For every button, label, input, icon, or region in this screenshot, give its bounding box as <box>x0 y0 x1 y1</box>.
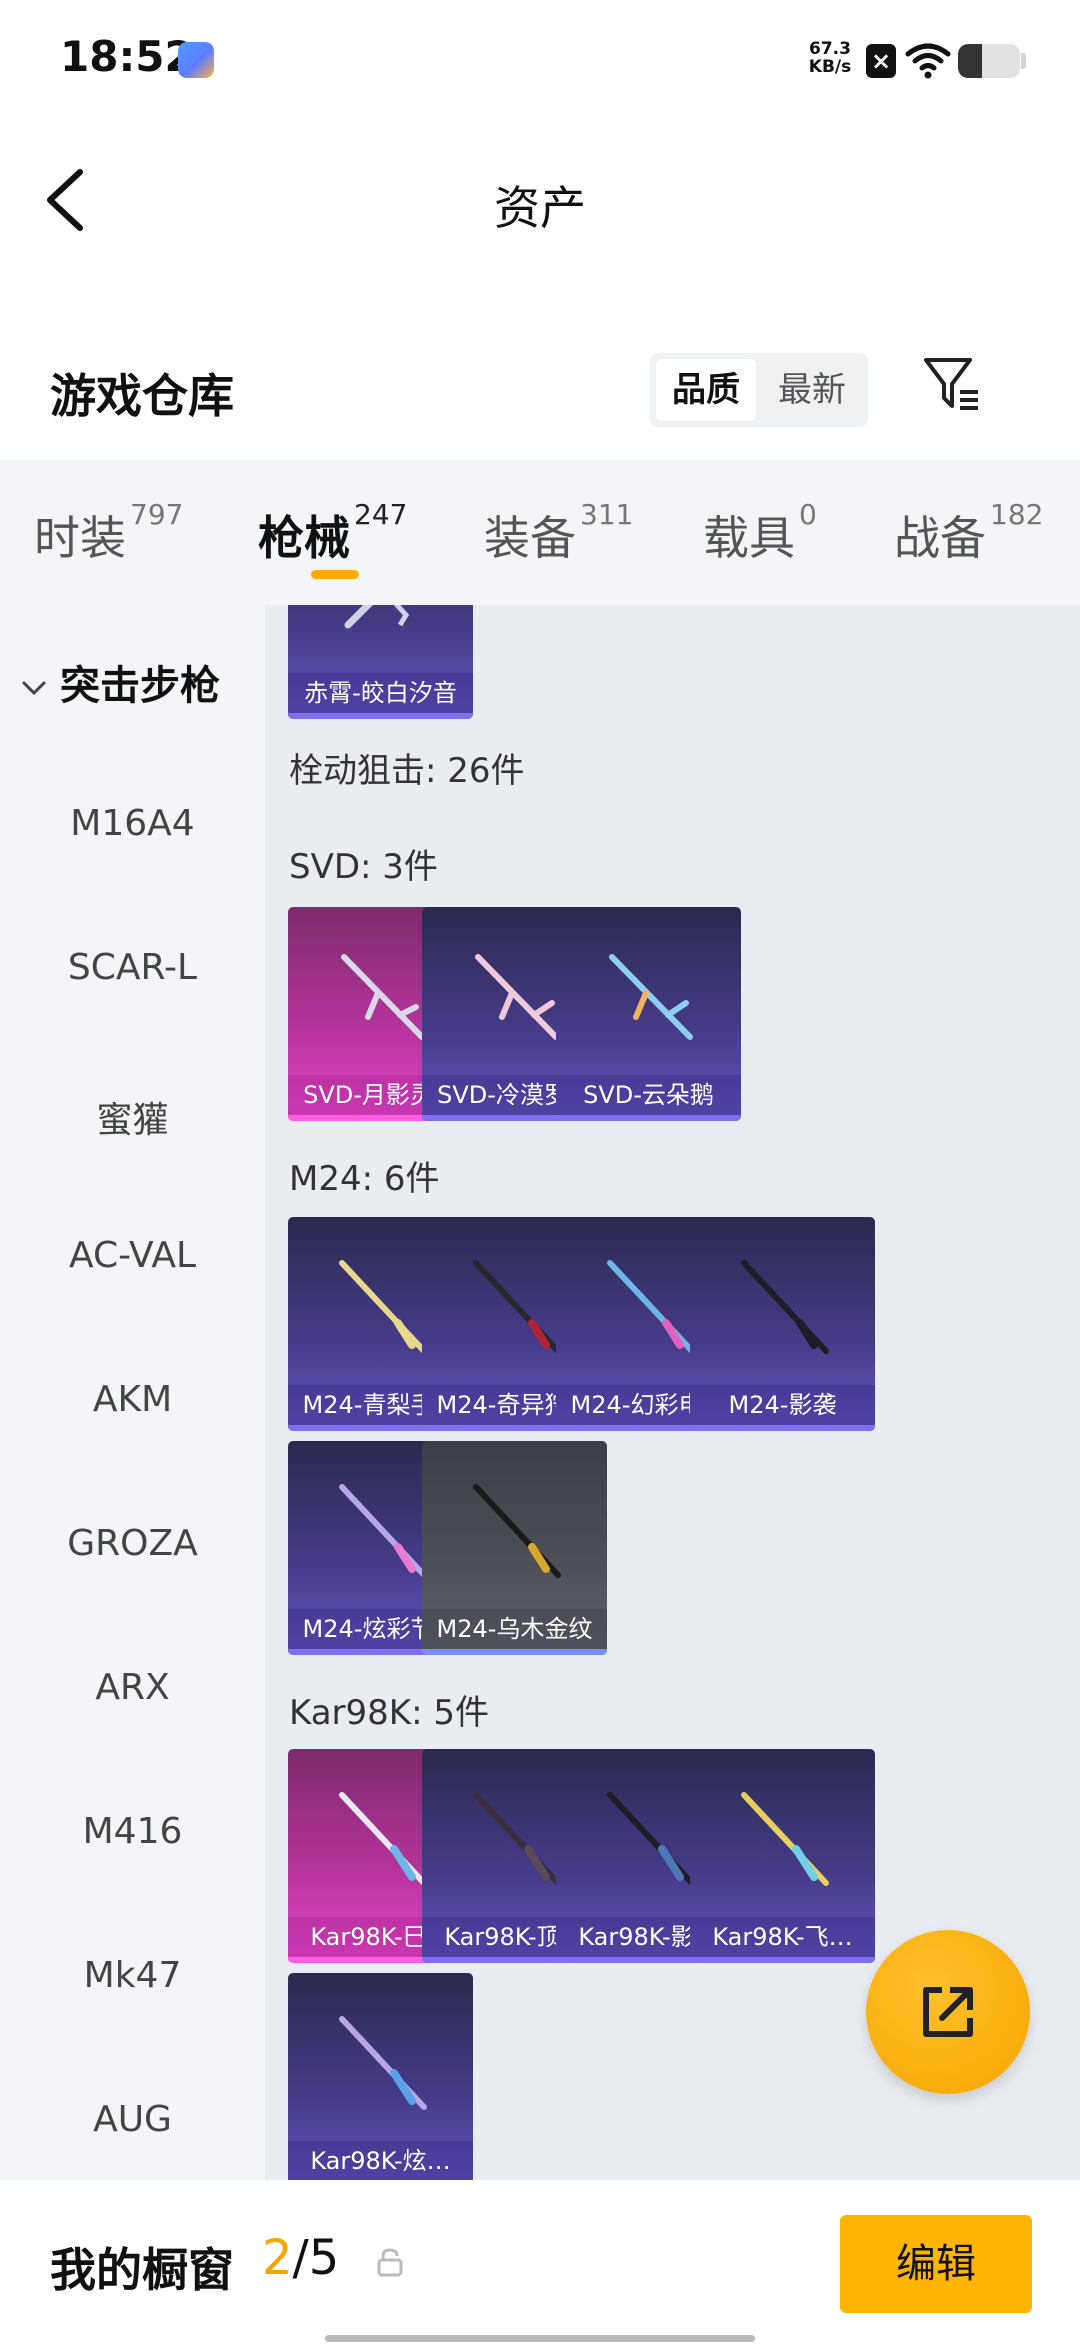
tab-count: 311 <box>580 498 634 531</box>
group-heading-kar98k: Kar98K: 5件 <box>289 1693 489 1733</box>
sidebar-item-akm[interactable]: AKM <box>0 1379 265 1420</box>
weapon-card[interactable]: Kar98K-炫… <box>288 1973 473 2180</box>
app-header: 资产 <box>0 120 1080 280</box>
weapon-card-label: Kar98K-炫… <box>288 2141 473 2180</box>
category-tabs: 时装 797 枪械 247 装备 311 载具 0 战备 182 <box>0 460 1080 605</box>
sidebar-group-assault-rifles[interactable]: 突击步枪 <box>20 653 220 711</box>
page-title: 资产 <box>494 181 586 235</box>
sidebar-item-aug[interactable]: AUG <box>0 2099 265 2140</box>
group-heading-svd: SVD: 3件 <box>289 847 438 887</box>
filter-icon[interactable] <box>920 352 984 416</box>
tab-label: 时装 <box>34 511 126 565</box>
sidebar-item-m16a4[interactable]: M16A4 <box>0 803 265 844</box>
lock-icon <box>377 2248 403 2277</box>
tab-count: 247 <box>354 498 408 531</box>
weapon-skin-image <box>609 954 693 1040</box>
weapon-card-label: 赤霄-皎白汐音 <box>288 673 473 713</box>
weapon-card[interactable]: M24-乌木金纹 <box>422 1441 607 1655</box>
showcase-total: /5 <box>292 2230 340 2286</box>
weapon-card-label: SVD-云朵鹅 <box>556 1075 741 1115</box>
tab-count: 0 <box>799 498 817 531</box>
group-heading-m24: M24: 6件 <box>289 1159 440 1199</box>
network-speed: 67.3 KB/s <box>800 40 860 76</box>
edit-button[interactable]: 编辑 <box>840 2215 1032 2313</box>
sidebar-item-scar-l[interactable]: SCAR-L <box>0 947 265 988</box>
weapon-skin-image <box>741 1260 829 1354</box>
sidebar-item-mk47[interactable]: Mk47 <box>0 1955 265 1996</box>
weapon-type-sidebar: 突击步枪 M16A4 SCAR-L 蜜獾 AC-VAL AKM GROZA AR… <box>0 605 265 2180</box>
showcase-current: 2 <box>262 2230 293 2286</box>
rarity-bar <box>422 1649 607 1655</box>
sort-option-quality[interactable]: 品质 <box>656 359 756 421</box>
weapon-skin-image <box>473 1484 561 1578</box>
rarity-bar <box>690 1425 875 1431</box>
showcase-title: 我的橱窗 <box>50 2243 234 2297</box>
rarity-bar <box>690 1957 875 1963</box>
weapon-card[interactable]: 赤霄-皎白汐音 <box>288 605 473 719</box>
sort-option-latest[interactable]: 最新 <box>762 359 862 421</box>
rarity-bar <box>288 713 473 719</box>
tab-fashion[interactable]: 时装 797 <box>34 498 183 568</box>
tab-vehicles[interactable]: 载具 0 <box>703 498 817 568</box>
category-heading: 栓动狙击: 26件 <box>289 751 525 791</box>
tab-label: 载具 <box>703 511 795 565</box>
showcase-bar: 我的橱窗 2/5 编辑 <box>0 2180 1080 2344</box>
warehouse-title: 游戏仓库 <box>50 369 234 423</box>
active-tab-indicator <box>311 570 359 579</box>
sidebar-item-groza[interactable]: GROZA <box>0 1523 265 1564</box>
tab-label: 枪械 <box>258 511 350 565</box>
sidebar-item-honey-badger[interactable]: 蜜獾 <box>0 1091 265 1143</box>
weapon-card[interactable]: SVD-云朵鹅 <box>556 907 741 1121</box>
share-external-icon <box>923 1987 973 2037</box>
network-speed-unit: KB/s <box>808 57 852 77</box>
battery-icon <box>958 44 1020 78</box>
tab-count: 182 <box>990 498 1044 531</box>
home-indicator <box>325 2335 755 2342</box>
chevron-down-icon <box>22 681 46 696</box>
weapon-card-label: M24-乌木金纹 <box>422 1609 607 1649</box>
weapon-skin-image <box>741 1792 829 1886</box>
sidebar-item-ac-val[interactable]: AC-VAL <box>0 1235 265 1276</box>
network-speed-value: 67.3 <box>809 39 851 59</box>
weapon-card[interactable]: M24-影袭 <box>690 1217 875 1431</box>
tab-equipment[interactable]: 装备 311 <box>484 498 633 568</box>
sort-segmented-control: 品质 最新 <box>650 353 868 427</box>
tab-label: 装备 <box>484 511 576 565</box>
weapon-card-label: Kar98K-飞… <box>690 1917 875 1957</box>
warehouse-header: 游戏仓库 品质 最新 <box>0 330 1080 460</box>
tab-count: 797 <box>130 498 184 531</box>
battery-tip <box>1021 53 1026 69</box>
weapon-skin-image <box>339 2016 427 2110</box>
app-notification-icon <box>178 42 214 78</box>
tab-weapons[interactable]: 枪械 247 <box>258 498 407 568</box>
showcase-count: 2/5 <box>262 2230 339 2286</box>
rarity-bar <box>556 1115 741 1121</box>
sidebar-group-label: 突击步枪 <box>60 663 220 709</box>
weapon-skin-image <box>344 605 410 629</box>
tab-label: 战备 <box>894 511 986 565</box>
weapon-card-label: M24-影袭 <box>690 1385 875 1425</box>
no-sim-icon: × <box>866 44 896 78</box>
status-bar: 18:52 67.3 KB/s × <box>0 0 1080 120</box>
tab-supplies[interactable]: 战备 182 <box>894 498 1043 568</box>
weapon-card[interactable]: Kar98K-飞… <box>690 1749 875 1963</box>
status-time: 18:52 <box>60 32 194 81</box>
wifi-icon <box>905 43 951 79</box>
share-fab-button[interactable] <box>866 1930 1030 2094</box>
sidebar-item-m416[interactable]: M416 <box>0 1811 265 1852</box>
sidebar-item-arx[interactable]: ARX <box>0 1667 265 1708</box>
